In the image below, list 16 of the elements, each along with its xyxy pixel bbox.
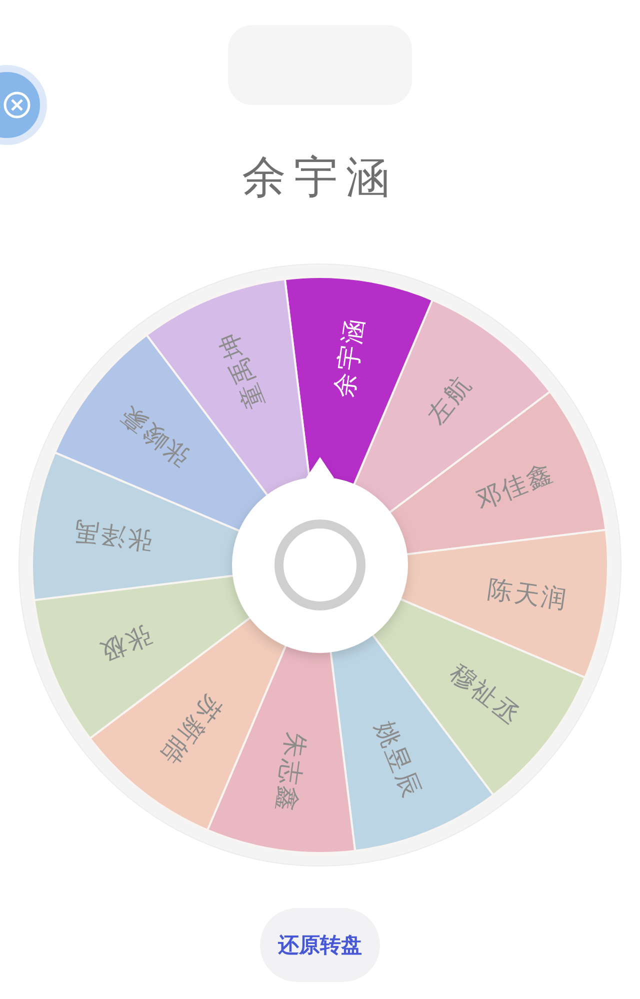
segment-label: 张极	[94, 620, 156, 668]
segment-label: 童禹坤	[212, 327, 270, 414]
reset-button[interactable]: 还原转盘	[260, 908, 380, 982]
segment-label: 陈天润	[486, 574, 570, 614]
segment-label: 穆祉丞	[444, 658, 526, 731]
close-icon	[2, 90, 32, 120]
segment-label: 左航	[421, 369, 478, 430]
segment-label: 张泽禹	[70, 516, 154, 556]
segment-label: 姚昱辰	[370, 716, 428, 803]
segment-label: 苏新皓	[154, 690, 228, 772]
pointer-hub[interactable]	[232, 457, 408, 653]
segment-label: 邓佳鑫	[472, 458, 558, 515]
segment-label: 张峻豪	[114, 399, 196, 472]
segment-label: 余宇涵	[329, 314, 370, 400]
result-name: 余宇涵	[242, 151, 398, 205]
segment-label: 朱志鑫	[270, 730, 311, 816]
